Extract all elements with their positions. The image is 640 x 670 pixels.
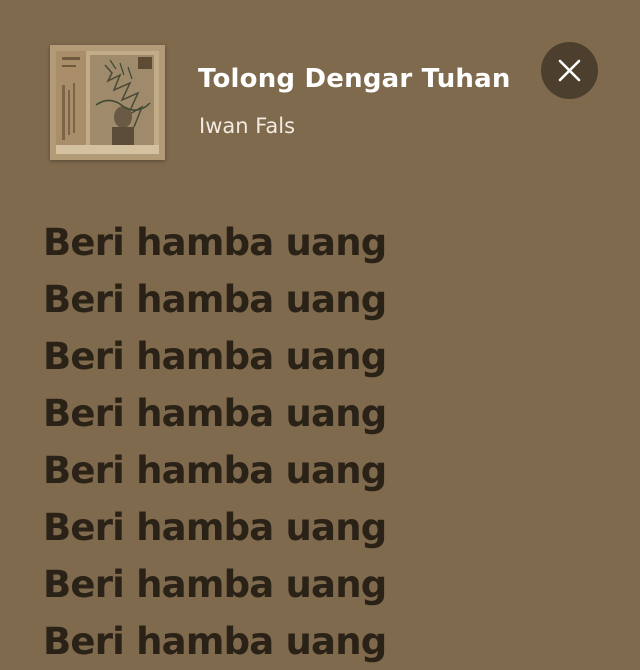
now-playing-header: Tolong Dengar Tuhan Iwan Fals: [0, 0, 640, 190]
album-cover-image: [50, 45, 165, 160]
lyric-line: Beri hamba uang: [43, 335, 387, 378]
album-cover: [50, 45, 165, 160]
lyric-line: Beri hamba uang: [43, 449, 387, 492]
close-icon: [558, 59, 581, 82]
lyric-line: Beri hamba uang: [43, 392, 387, 435]
song-title: Tolong Dengar Tuhan: [198, 64, 511, 94]
lyric-line: Beri hamba uang: [43, 221, 387, 264]
lyric-line: Beri hamba uang: [43, 563, 387, 606]
lyrics-panel[interactable]: Beri hamba uang Beri hamba uang Beri ham…: [43, 214, 623, 670]
artist-name[interactable]: Iwan Fals: [199, 114, 295, 138]
lyric-line: Beri hamba uang: [43, 506, 387, 549]
lyric-line: Beri hamba uang: [43, 620, 387, 663]
close-button[interactable]: [541, 42, 598, 99]
lyric-line: Beri hamba uang: [43, 278, 387, 321]
